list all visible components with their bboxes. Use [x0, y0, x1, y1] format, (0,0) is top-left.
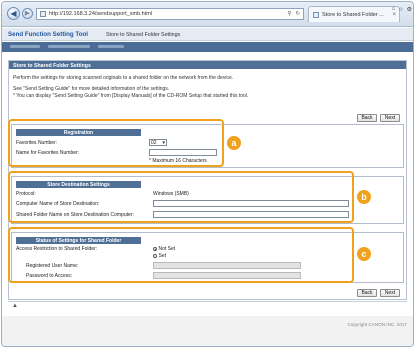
back-arrow-icon[interactable]: ◀ — [7, 7, 20, 20]
next-button-bottom[interactable]: Next — [380, 289, 400, 297]
description-line: Perform the settings for storing scanned… — [13, 75, 234, 81]
menu-bar — [2, 42, 413, 52]
back-button[interactable]: Back — [357, 114, 377, 122]
home-icon[interactable]: ⌂ — [392, 6, 396, 13]
breadcrumb: Store to Shared Folder Settings — [106, 31, 181, 38]
description-line: * You can display "Send Setting Guide" f… — [13, 93, 249, 99]
copyright: Copyright CANON INC. 2017 — [347, 322, 408, 327]
browser-toolbar: ◀ ▶ http://192.168.3.24/sendsupport_smb.… — [2, 2, 413, 27]
gear-icon[interactable]: ⚙ — [407, 6, 412, 13]
scroll-top-icon[interactable]: ▲ — [12, 303, 18, 309]
address-text: http://192.168.3.24/sendsupport_smb.html — [49, 11, 153, 17]
page-title: Store to Shared Folder Settings — [13, 62, 91, 69]
callout-frame-b — [8, 171, 354, 223]
menu-item-blurred[interactable] — [98, 45, 124, 48]
next-button[interactable]: Next — [380, 114, 400, 122]
callout-badge-a: a — [227, 136, 241, 150]
panel-title-bar: Store to Shared Folder Settings — [9, 61, 406, 69]
callout-badge-b: b — [357, 190, 371, 204]
browser-tab[interactable]: Store to Shared Folder ... × — [308, 6, 400, 22]
callout-frame-c — [8, 227, 354, 283]
app-header: Send Function Setting Tool Store to Shar… — [2, 28, 413, 41]
search-icon[interactable]: ⚲ — [287, 11, 291, 17]
forward-arrow-icon[interactable]: ▶ — [22, 8, 33, 19]
refresh-icon[interactable]: ↻ — [295, 11, 300, 17]
description: Perform the settings for storing scanned… — [13, 75, 248, 100]
star-icon[interactable]: ☆ — [398, 6, 403, 13]
menu-item-blurred[interactable] — [10, 45, 40, 48]
callout-frame-a — [8, 119, 224, 167]
tab-favicon-icon — [313, 11, 319, 18]
tab-label: Store to Shared Folder ... — [322, 11, 384, 18]
page-icon — [40, 11, 46, 17]
menu-item-blurred[interactable] — [48, 45, 90, 48]
description-line: See "Send Setting Guide" for more detail… — [13, 86, 170, 92]
divider — [8, 301, 407, 302]
callout-badge-c: c — [357, 247, 371, 261]
app-title: Send Function Setting Tool — [8, 31, 88, 38]
address-bar[interactable]: http://192.168.3.24/sendsupport_smb.html… — [36, 8, 304, 20]
back-button-bottom[interactable]: Back — [357, 289, 377, 297]
footer-band — [2, 316, 413, 346]
